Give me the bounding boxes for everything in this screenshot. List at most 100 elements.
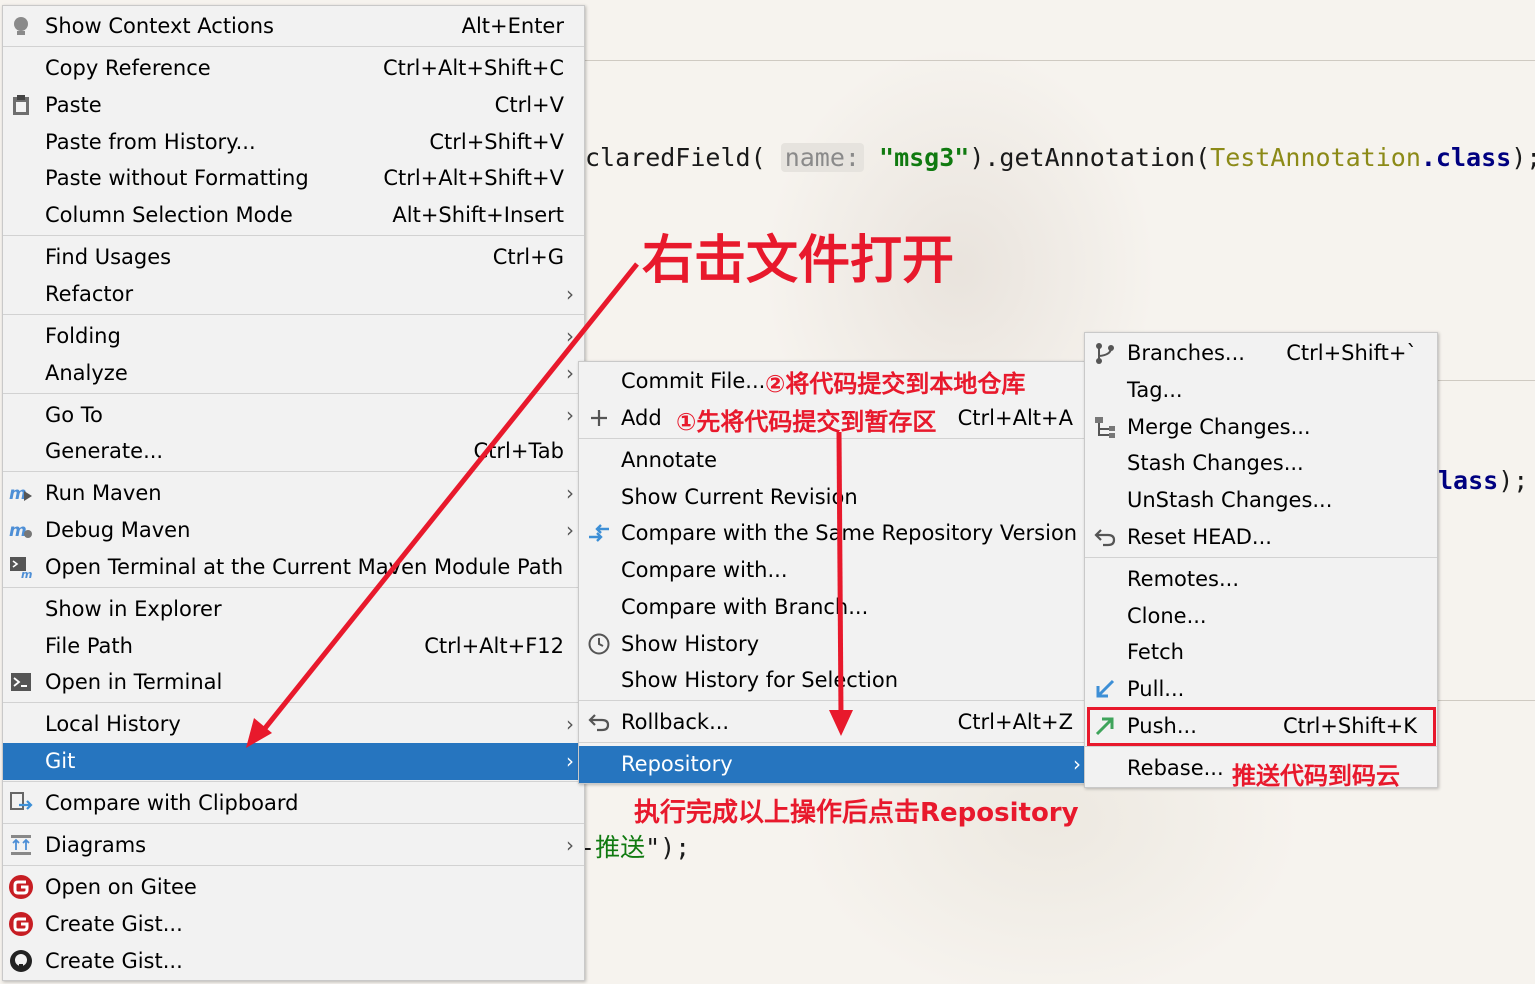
menu-item-label: Debug Maven [45,518,191,542]
code-text: ); [1498,466,1529,495]
menu-item-analyze[interactable]: Analyze › [3,355,584,391]
plus-icon [591,410,607,426]
menu-item-show-history[interactable]: Show History [579,626,1085,662]
menu-item-label: Fetch [1127,640,1184,664]
gitee-icon [9,875,33,899]
submenu-arrow-icon: › [566,749,574,773]
menu-separator [3,235,584,236]
menu-item-compare-same-repo-version[interactable]: Compare with the Same Repository Version [579,515,1085,551]
menu-item-paste[interactable]: Paste Ctrl+V [3,87,584,123]
menu-item-diagrams[interactable]: Diagrams › [3,827,584,863]
submenu-arrow-icon: › [566,403,574,427]
svg-text:m: m [9,521,27,541]
menu-item-copy-reference[interactable]: Copy Reference Ctrl+Alt+Shift+C [3,50,584,86]
menu-item-open-in-terminal[interactable]: Open in Terminal [3,664,584,700]
menu-item-open-terminal-maven[interactable]: m Open Terminal at the Current Maven Mod… [3,549,584,585]
menu-item-label: Rollback... [621,710,730,734]
menu-item-go-to[interactable]: Go To › [3,397,584,433]
menu-item-tag[interactable]: Tag... [1085,372,1437,408]
annotation-right-click: 右击文件打开 [642,231,955,291]
menu-separator [3,781,584,782]
menu-item-show-in-explorer[interactable]: Show in Explorer [3,591,584,627]
menu-item-label: Git [45,749,76,773]
github-icon [10,950,32,972]
menu-item-show-current-revision[interactable]: Show Current Revision [579,479,1085,515]
gitee-icon [9,912,33,936]
annotation-add: ①先将代码提交到暂存区 [676,408,937,436]
submenu-arrow-icon: › [566,518,574,542]
menu-item-label: Reset HEAD... [1127,525,1272,549]
menu-item-label: Refactor [45,282,134,306]
menu-item-fetch[interactable]: Fetch [1085,634,1437,670]
menu-item-run-maven[interactable]: m Run Maven › [3,475,584,511]
menu-item-create-gist-gitee[interactable]: Create Gist... [3,906,584,942]
menu-item-label: Analyze [45,361,128,385]
menu-item-merge-changes[interactable]: Merge Changes... [1085,409,1437,445]
menu-item-label: Show History [621,632,760,656]
menu-item-show-history-selection[interactable]: Show History for Selection [579,662,1085,698]
menu-item-create-gist-github[interactable]: Create Gist... [3,943,584,979]
menu-item-paste-from-history[interactable]: Paste from History... Ctrl+Shift+V [3,124,584,160]
menu-item-column-selection-mode[interactable]: Column Selection Mode Alt+Shift+Insert [3,197,584,233]
menu-item-label: Show Context Actions [45,14,274,38]
menu-item-repository[interactable]: Repository › [579,746,1085,783]
code-keyword: .class [1420,143,1512,172]
menu-item-refactor[interactable]: Refactor › [3,276,584,312]
svg-text:m: m [21,568,32,579]
code-line[interactable]: claredField( name: "msg3").getAnnotation… [585,143,1535,172]
menu-item-folding[interactable]: Folding › [3,318,584,354]
menu-item-annotate[interactable]: Annotate [579,442,1085,478]
menu-item-clone[interactable]: Clone... [1085,598,1437,634]
menu-item-reset-head[interactable]: Reset HEAD... [1085,519,1437,555]
menu-item-label: UnStash Changes... [1127,488,1333,512]
menu-item-rollback[interactable]: Rollback... Ctrl+Alt+Z [579,704,1085,740]
compare-icon [589,524,609,542]
menu-item-label: Merge Changes... [1127,415,1311,439]
menu-item-compare-with-branch[interactable]: Compare with Branch... [579,589,1085,625]
menu-item-file-path[interactable]: File Path Ctrl+Alt+F12 [3,628,584,664]
code-text: ); [1511,143,1535,172]
menu-item-branches[interactable]: Branches... Ctrl+Shift+` [1085,335,1437,371]
code-string: "msg3" [879,143,970,172]
code-text: "); [645,833,691,862]
menu-item-shortcut: Ctrl+Shift+V [429,130,564,154]
menu-separator [1085,746,1437,747]
menu-item-generate[interactable]: Generate... Ctrl+Tab [3,433,584,469]
menu-item-label: Go To [45,403,103,427]
branch-icon [1096,343,1114,364]
rollback-icon [588,714,610,732]
menu-item-show-context-actions[interactable]: Show Context Actions Alt+Enter [3,8,584,44]
clipboard-icon [13,95,29,115]
menu-separator [3,865,584,866]
menu-item-find-usages[interactable]: Find Usages Ctrl+G [3,239,584,275]
menu-item-compare-with-clipboard[interactable]: Compare with Clipboard [3,785,584,821]
menu-item-label: Pull... [1127,677,1185,701]
menu-item-compare-with[interactable]: Compare with... [579,552,1085,588]
annotation-commit: ②将代码提交到本地仓库 [765,370,1026,398]
menu-item-local-history[interactable]: Local History › [3,706,584,742]
code-text: claredField( [585,143,766,172]
menu-separator [579,700,1085,701]
menu-item-pull[interactable]: Pull... [1085,671,1437,707]
menu-item-open-on-gitee[interactable]: Open on Gitee [3,869,584,905]
menu-item-shortcut: Ctrl+Alt+F12 [424,634,564,658]
menu-item-label: Find Usages [45,245,172,269]
menu-item-label: Run Maven [45,481,162,505]
code-line[interactable]: lass); [1438,466,1528,495]
lightbulb-icon [14,17,28,35]
menu-item-unstash-changes[interactable]: UnStash Changes... [1085,482,1437,518]
menu-item-debug-maven[interactable]: m Debug Maven › [3,512,584,548]
menu-item-label: Local History [45,712,181,736]
menu-item-git[interactable]: Git › [3,743,584,780]
merge-icon [1095,417,1115,438]
menu-item-shortcut: Alt+Shift+Insert [392,203,564,227]
menu-item-label: Paste [45,93,102,117]
submenu-arrow-icon: › [566,481,574,505]
menu-item-stash-changes[interactable]: Stash Changes... [1085,445,1437,481]
menu-item-label: Compare with... [621,558,788,582]
menu-item-paste-without-formatting[interactable]: Paste without Formatting Ctrl+Alt+Shift+… [3,160,584,196]
menu-item-label: Stash Changes... [1127,451,1304,475]
code-line[interactable]: -推送"); [580,828,690,864]
menu-item-remotes[interactable]: Remotes... [1085,561,1437,597]
menu-item-label: Folding [45,324,121,348]
